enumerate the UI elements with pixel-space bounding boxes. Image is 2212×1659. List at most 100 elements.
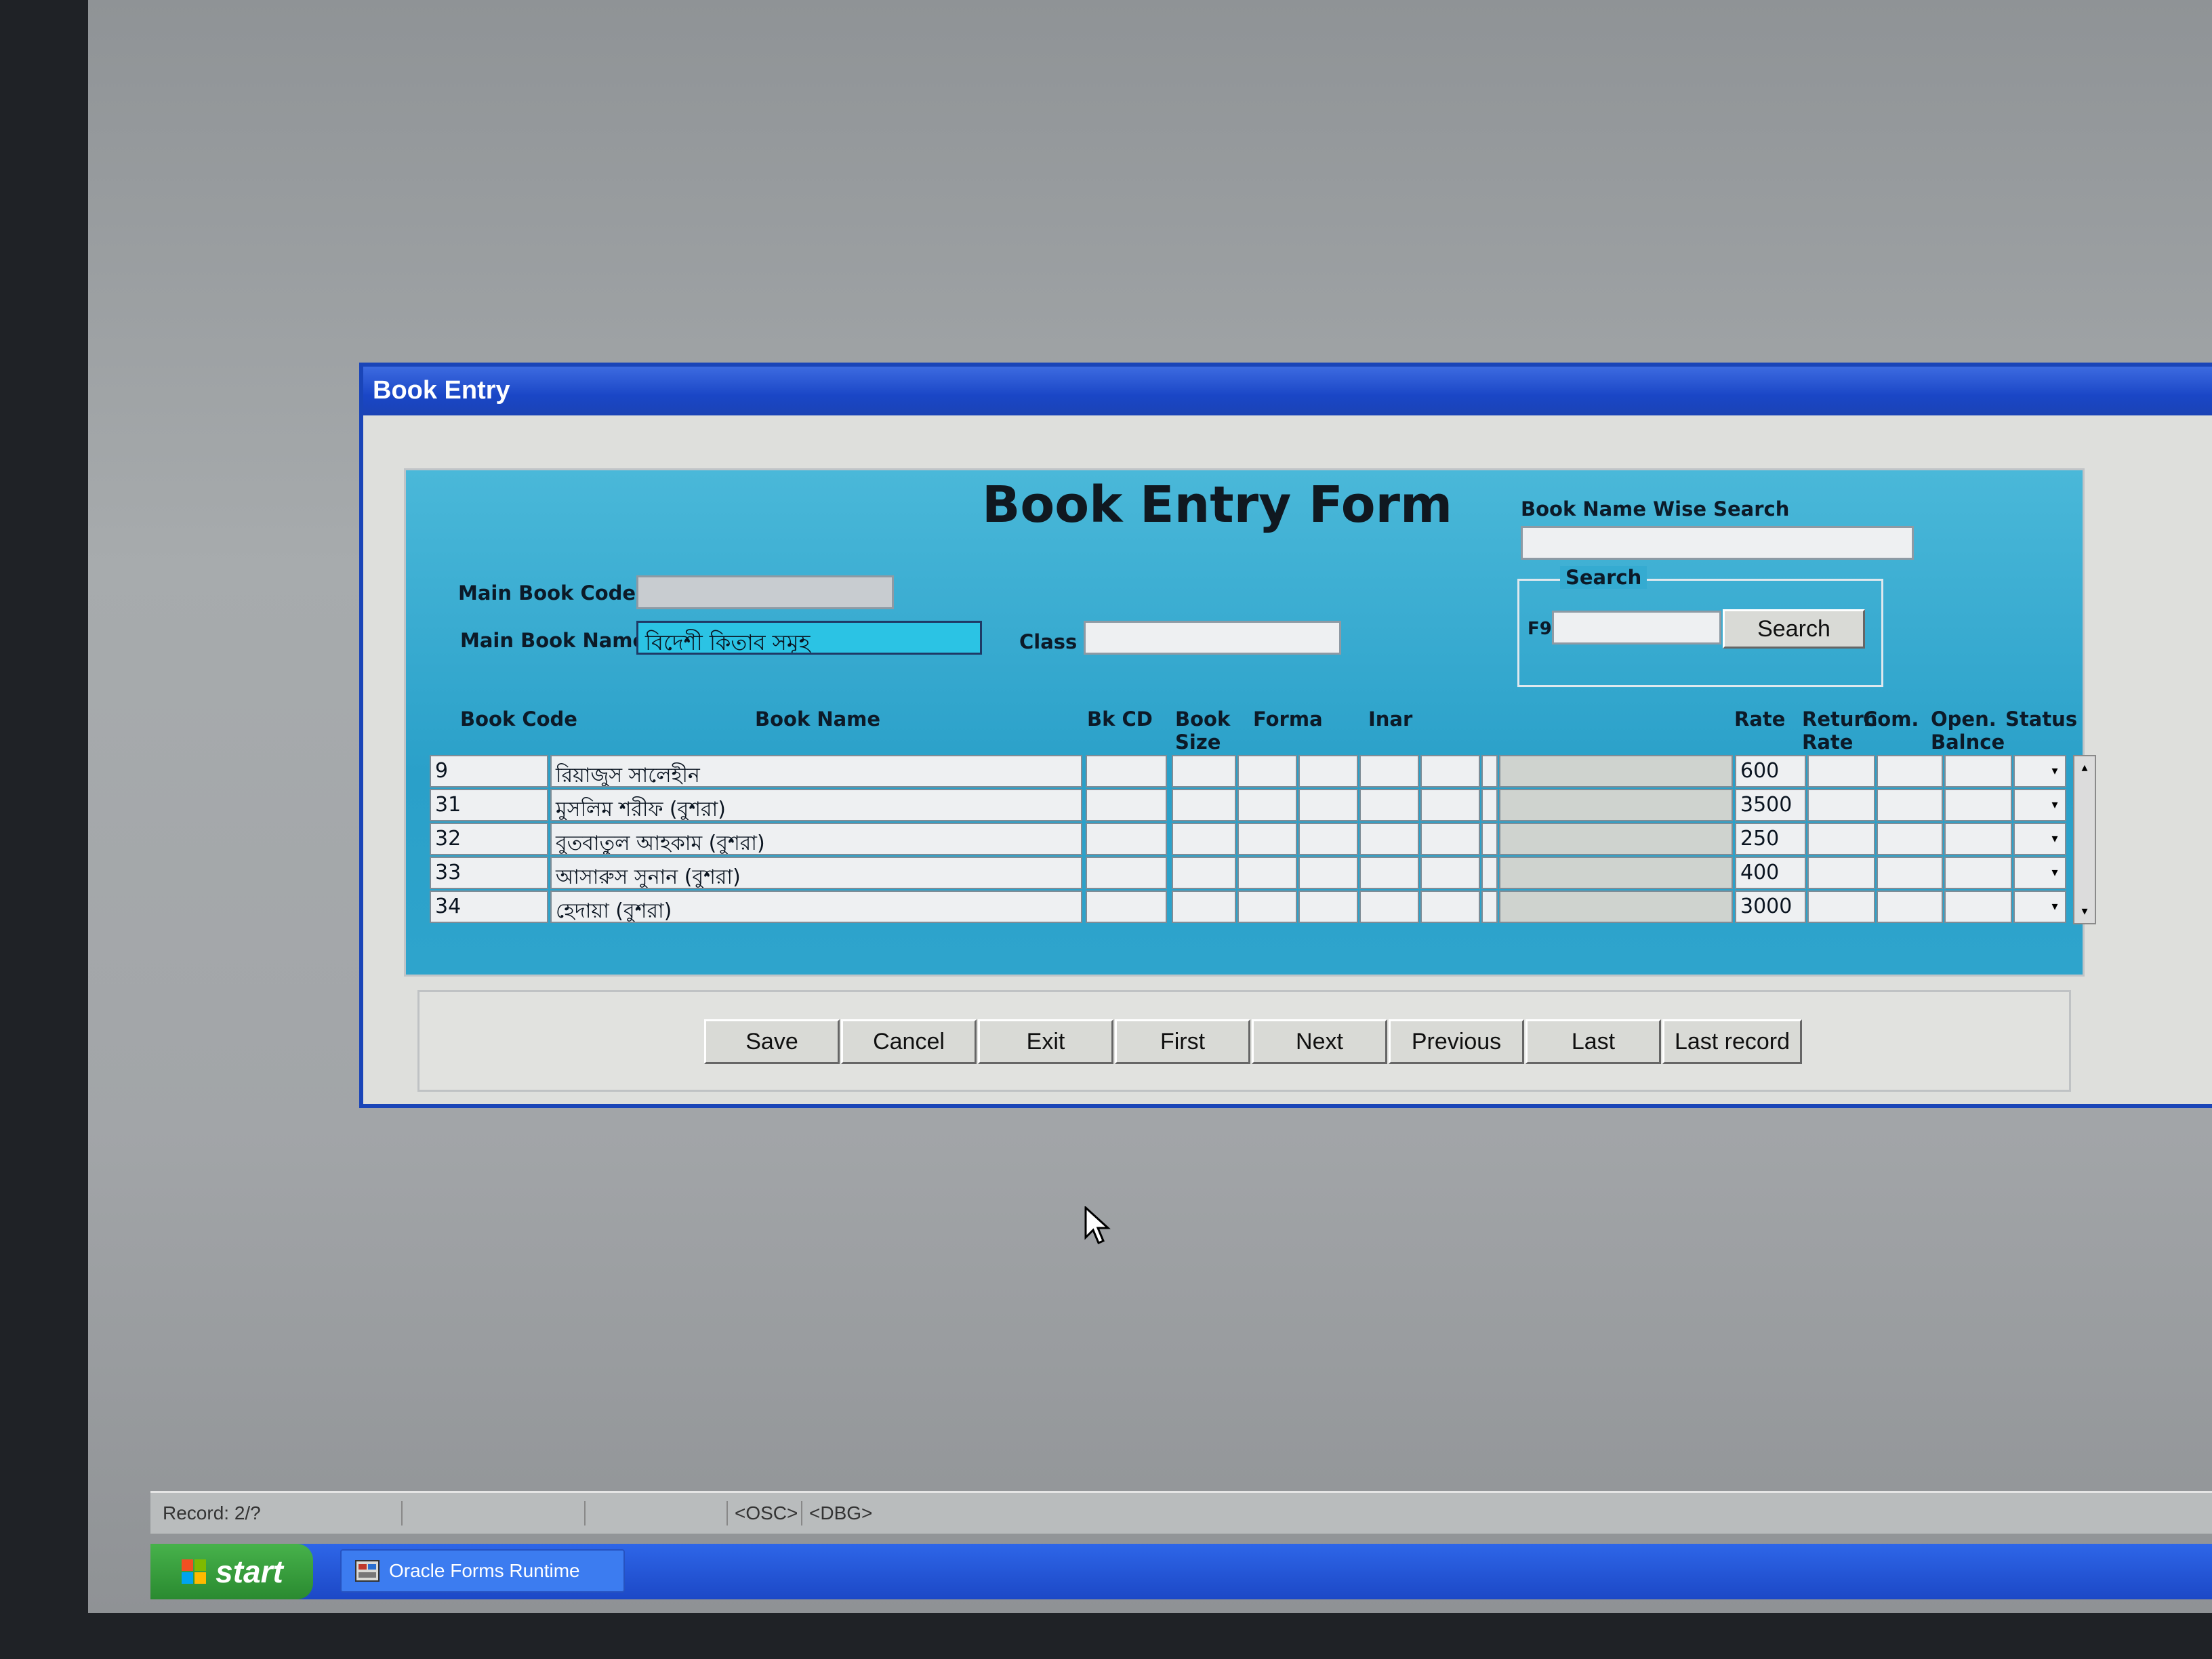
book-name-cell[interactable]: আসারুস সুনান (বুশরা) — [550, 857, 1082, 889]
rate-cell[interactable]: 600 — [1735, 755, 1806, 787]
bk-cd-cell[interactable] — [1086, 755, 1167, 787]
return-rate-cell[interactable] — [1807, 857, 1875, 889]
forma-cell[interactable] — [1237, 789, 1297, 821]
forma-cell[interactable] — [1237, 857, 1297, 889]
flag-cell[interactable] — [1481, 890, 1498, 923]
scroll-up-icon[interactable]: ▴ — [2074, 756, 2095, 779]
book-size-cell[interactable] — [1172, 890, 1236, 923]
chevron-down-icon: ▾ — [2051, 764, 2058, 778]
search-field[interactable] — [1552, 611, 1721, 644]
osc-indicator: <OSC> — [726, 1501, 798, 1525]
book-name-cell[interactable]: মুসলিম শরীফ (বুশরা) — [550, 789, 1082, 821]
rate-cell[interactable]: 3500 — [1735, 789, 1806, 821]
book-name-cell[interactable]: বুতবাতুল আহকাম (বুশরা) — [550, 823, 1082, 855]
inar-cell-2[interactable] — [1420, 789, 1480, 821]
flag-cell[interactable] — [1481, 755, 1498, 787]
open-balance-cell[interactable] — [1944, 890, 2012, 923]
first-button[interactable]: First — [1115, 1019, 1250, 1064]
start-label: start — [216, 1554, 283, 1589]
scroll-down-icon[interactable]: ▾ — [2074, 900, 2095, 923]
chevron-down-icon: ▾ — [2051, 865, 2058, 880]
book-size-cell[interactable] — [1172, 823, 1236, 855]
book-code-cell[interactable]: 33 — [430, 857, 548, 889]
com-cell[interactable] — [1877, 890, 1943, 923]
flag-cell[interactable] — [1481, 857, 1498, 889]
save-button[interactable]: Save — [704, 1019, 840, 1064]
main-book-code-label: Main Book Code — [458, 581, 636, 605]
inar-cell-2[interactable] — [1420, 755, 1480, 787]
search-button[interactable]: Search — [1723, 609, 1865, 649]
col-forma: Forma — [1253, 708, 1323, 731]
bk-cd-cell[interactable] — [1086, 823, 1167, 855]
inar-cell[interactable] — [1359, 755, 1419, 787]
inar-cell[interactable] — [1359, 857, 1419, 889]
previous-button[interactable]: Previous — [1389, 1019, 1524, 1064]
main-book-name-field[interactable]: বিদেশী কিতাব সমূহ — [636, 621, 982, 655]
oracle-forms-icon — [355, 1560, 380, 1582]
rate-cell[interactable]: 250 — [1735, 823, 1806, 855]
taskbar-item-label: Oracle Forms Runtime — [389, 1560, 580, 1581]
book-size-cell[interactable] — [1172, 755, 1236, 787]
forma-cell[interactable] — [1237, 755, 1297, 787]
next-button[interactable]: Next — [1252, 1019, 1387, 1064]
return-rate-cell[interactable] — [1807, 755, 1875, 787]
open-balance-cell[interactable] — [1944, 823, 2012, 855]
book-size-cell[interactable] — [1172, 857, 1236, 889]
inar-cell[interactable] — [1359, 823, 1419, 855]
flag-cell[interactable] — [1481, 789, 1498, 821]
forma-cell-2[interactable] — [1298, 789, 1358, 821]
status-dropdown[interactable]: ▾ — [2013, 789, 2066, 821]
col-book-code: Book Code — [460, 708, 577, 731]
book-name-cell[interactable]: হেদায়া (বুশরা) — [550, 890, 1082, 923]
com-cell[interactable] — [1877, 755, 1943, 787]
forma-cell-2[interactable] — [1298, 755, 1358, 787]
inar-cell-2[interactable] — [1420, 823, 1480, 855]
inar-cell-2[interactable] — [1420, 857, 1480, 889]
start-button[interactable]: start — [150, 1544, 313, 1599]
inar-cell[interactable] — [1359, 890, 1419, 923]
open-balance-cell[interactable] — [1944, 755, 2012, 787]
rate-cell[interactable]: 400 — [1735, 857, 1806, 889]
bk-cd-cell[interactable] — [1086, 789, 1167, 821]
flag-cell[interactable] — [1481, 823, 1498, 855]
cancel-button[interactable]: Cancel — [841, 1019, 977, 1064]
open-balance-cell[interactable] — [1944, 789, 2012, 821]
window-titlebar[interactable]: Book Entry — [363, 367, 2212, 415]
last-record-button[interactable]: Last record — [1662, 1019, 1802, 1064]
com-cell[interactable] — [1877, 789, 1943, 821]
bk-cd-cell[interactable] — [1086, 857, 1167, 889]
status-dropdown[interactable]: ▾ — [2013, 857, 2066, 889]
return-rate-cell[interactable] — [1807, 890, 1875, 923]
main-book-code-field[interactable] — [636, 575, 894, 609]
book-code-cell[interactable]: 9 — [430, 755, 548, 787]
com-cell[interactable] — [1877, 823, 1943, 855]
forma-cell-2[interactable] — [1298, 890, 1358, 923]
book-code-cell[interactable]: 31 — [430, 789, 548, 821]
book-code-cell[interactable]: 34 — [430, 890, 548, 923]
rate-cell[interactable]: 3000 — [1735, 890, 1806, 923]
status-dropdown[interactable]: ▾ — [2013, 755, 2066, 787]
status-dropdown[interactable]: ▾ — [2013, 890, 2066, 923]
com-cell[interactable] — [1877, 857, 1943, 889]
forma-cell[interactable] — [1237, 890, 1297, 923]
book-name-cell[interactable]: রিয়াজুস সালেহীন — [550, 755, 1082, 787]
inar-cell-2[interactable] — [1420, 890, 1480, 923]
book-code-cell[interactable]: 32 — [430, 823, 548, 855]
search-group-legend: Search — [1560, 566, 1647, 589]
last-button[interactable]: Last — [1525, 1019, 1661, 1064]
class-field[interactable] — [1084, 621, 1341, 655]
bk-cd-cell[interactable] — [1086, 890, 1167, 923]
forma-cell-2[interactable] — [1298, 857, 1358, 889]
return-rate-cell[interactable] — [1807, 789, 1875, 821]
book-size-cell[interactable] — [1172, 789, 1236, 821]
grid-scrollbar[interactable]: ▴ ▾ — [2073, 755, 2096, 924]
exit-button[interactable]: Exit — [978, 1019, 1113, 1064]
forma-cell-2[interactable] — [1298, 823, 1358, 855]
open-balance-cell[interactable] — [1944, 857, 2012, 889]
status-dropdown[interactable]: ▾ — [2013, 823, 2066, 855]
return-rate-cell[interactable] — [1807, 823, 1875, 855]
inar-cell[interactable] — [1359, 789, 1419, 821]
taskbar-item-oracle-forms[interactable]: Oracle Forms Runtime — [340, 1549, 625, 1593]
name-search-field[interactable] — [1521, 526, 1914, 560]
forma-cell[interactable] — [1237, 823, 1297, 855]
